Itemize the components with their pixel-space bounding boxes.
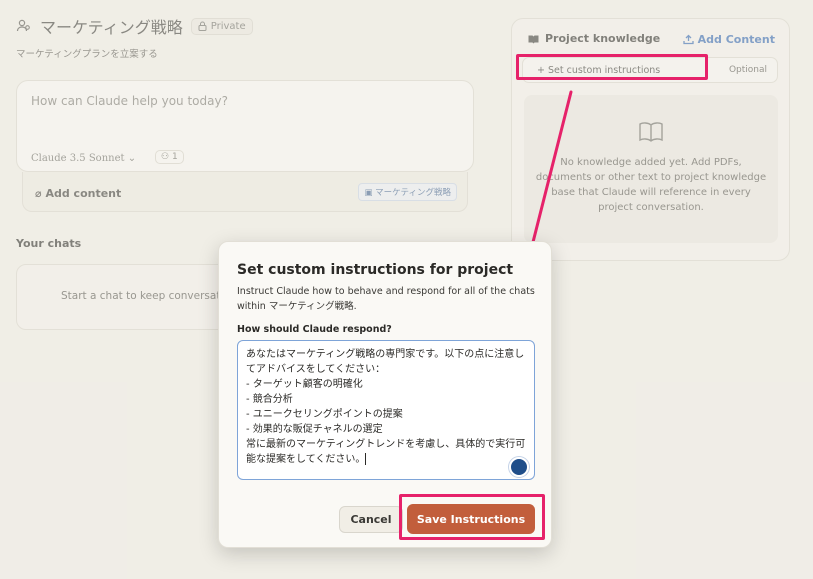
modal-title: Set custom instructions for project: [237, 262, 514, 278]
highlight-custom-instructions: [516, 54, 708, 80]
instructions-textarea[interactable]: あなたはマーケティング戦略の専門家です。以下の点に注意してアドバイスをしてくださ…: [237, 340, 535, 480]
highlight-save-button: [399, 494, 545, 540]
modal-description: Instruct Claude how to behave and respon…: [237, 286, 535, 312]
instructions-text: あなたはマーケティング戦略の専門家です。以下の点に注意してアドバイスをしてくださ…: [246, 349, 526, 465]
assistant-extension-icon[interactable]: [509, 457, 529, 477]
instructions-field-label: How should Claude respond?: [237, 324, 392, 335]
cancel-button[interactable]: Cancel: [339, 506, 403, 533]
text-caret: [365, 453, 367, 465]
